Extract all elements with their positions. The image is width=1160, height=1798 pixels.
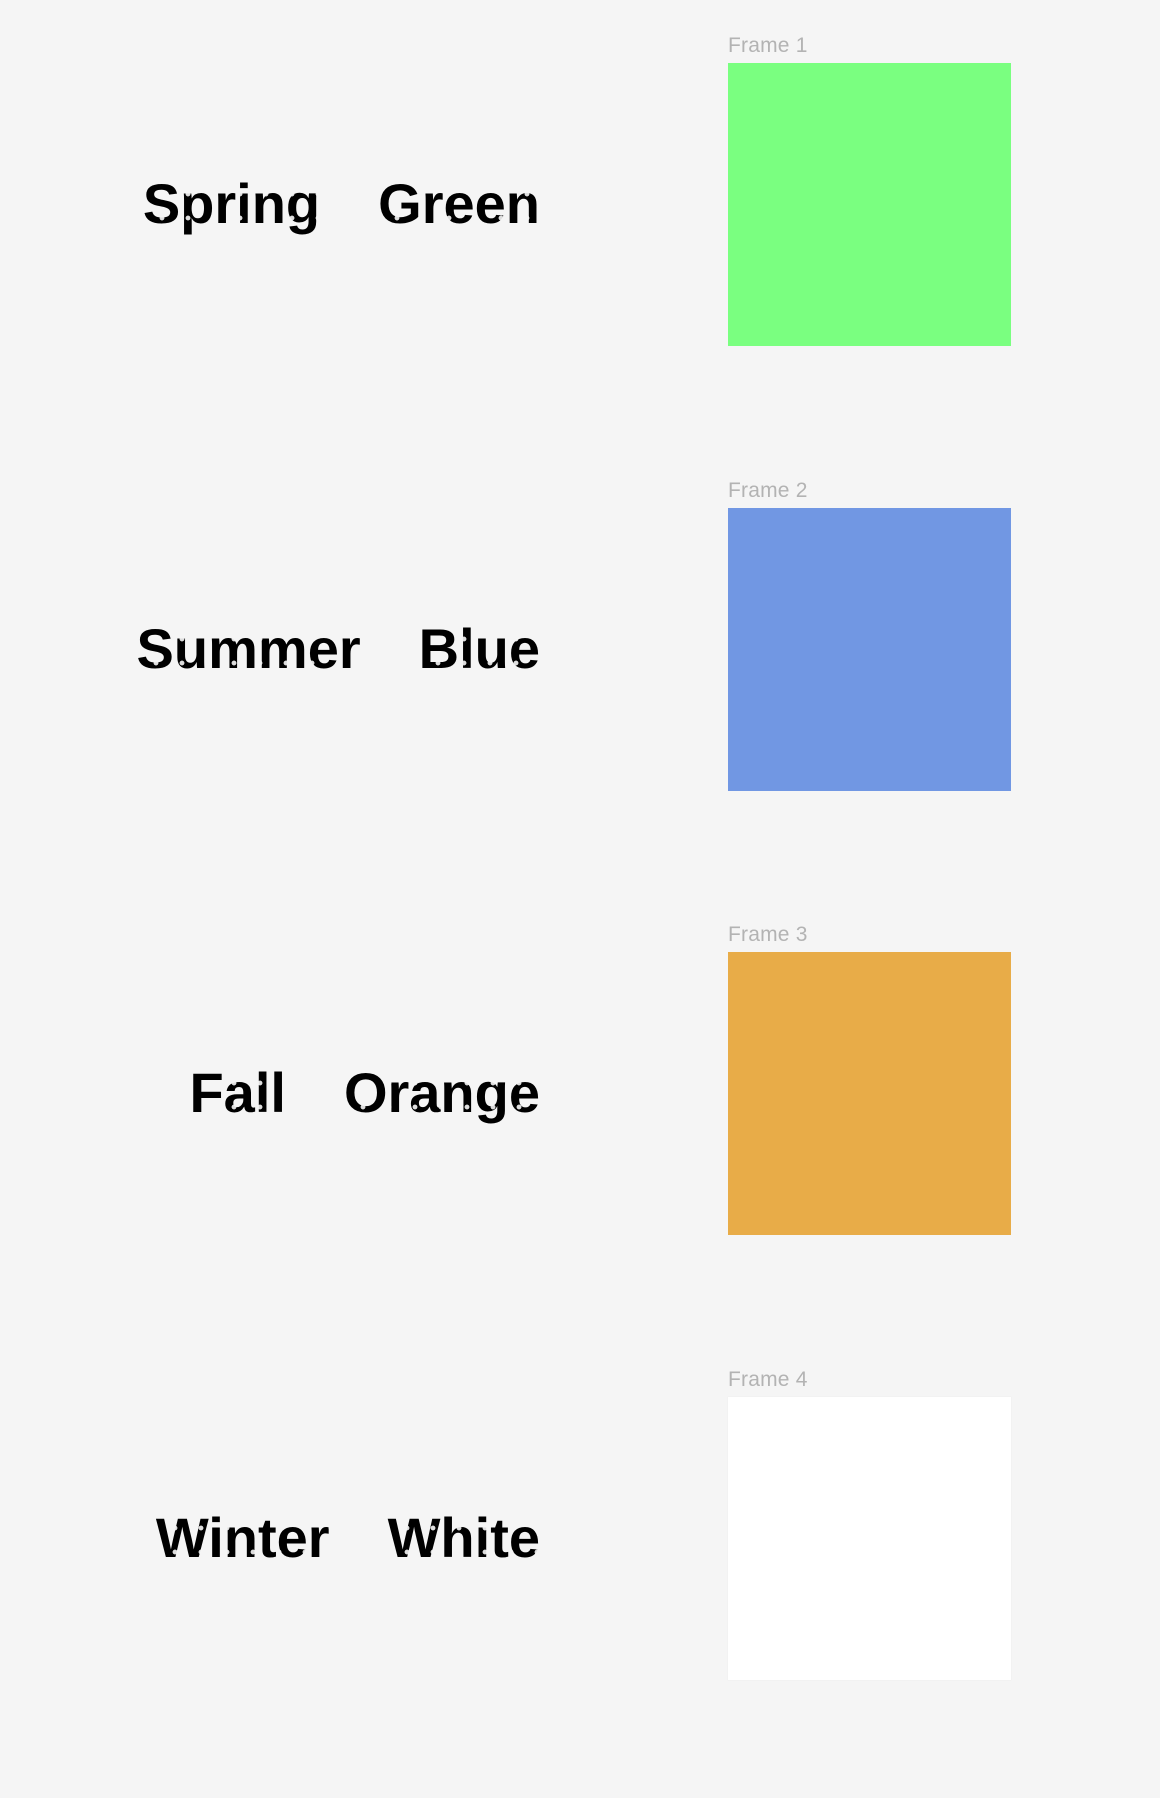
color-word: Orange [343, 1057, 541, 1129]
frame-3[interactable] [728, 952, 1011, 1235]
frame-2[interactable] [728, 508, 1011, 791]
color-word: White [387, 1502, 541, 1574]
season-word: Spring [142, 168, 321, 240]
season-word: Summer [136, 613, 361, 685]
season-row-spring: Spring Green Frame 1 [0, 34, 1160, 434]
frame-1[interactable] [728, 63, 1011, 346]
season-text-group[interactable]: Fall Orange [189, 1057, 541, 1129]
season-word: Winter [155, 1502, 330, 1574]
frame-label[interactable]: Frame 1 [728, 34, 808, 58]
season-text-group[interactable]: Spring Green [142, 168, 540, 240]
season-text-group[interactable]: Summer Blue [136, 613, 541, 685]
frame-label[interactable]: Frame 3 [728, 923, 808, 947]
color-word: Green [378, 168, 540, 240]
season-word: Fall [189, 1057, 287, 1129]
frame-label[interactable]: Frame 4 [728, 1368, 808, 1392]
season-row-summer: Summer Blue Frame 2 [0, 479, 1160, 879]
frame-label[interactable]: Frame 2 [728, 479, 808, 503]
design-canvas[interactable]: Spring Green Frame 1 Summer Blue Frame 2… [0, 0, 1160, 1798]
season-row-winter: Winter White Frame 4 [0, 1368, 1160, 1768]
color-word: Blue [418, 613, 541, 685]
season-text-group[interactable]: Winter White [155, 1502, 541, 1574]
frame-4[interactable] [728, 1397, 1011, 1680]
season-row-fall: Fall Orange Frame 3 [0, 923, 1160, 1323]
